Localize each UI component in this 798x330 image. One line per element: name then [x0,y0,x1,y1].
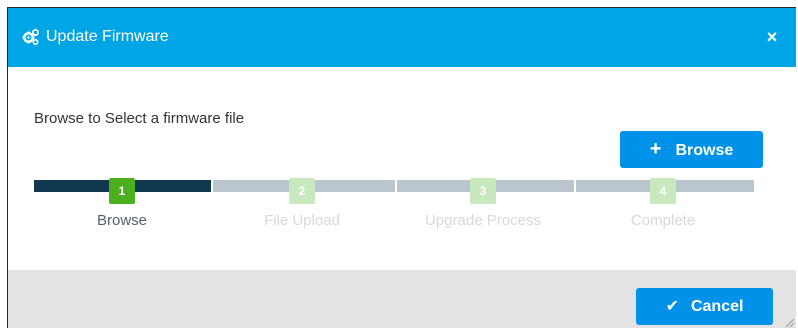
browse-button-label[interactable]: Browse [675,142,733,159]
step-4-number: 4 [650,178,676,204]
close-icon[interactable]: × [767,27,778,47]
step-2-label: File Upload [264,212,340,229]
step-progress-bar [34,180,754,192]
step-1-label: Browse [96,212,148,229]
cancel-button-label[interactable]: Cancel [691,298,743,315]
update-firmware-dialog: Update Firmware × Browse to Select a fir… [7,7,796,328]
gears-icon [22,29,39,46]
plus-icon[interactable]: + [650,138,662,160]
resize-grip-icon[interactable] [784,317,794,327]
check-icon[interactable]: ✔ [666,298,679,315]
step-3-number: 3 [470,178,496,204]
cancel-button[interactable]: ✔ Cancel [636,288,773,325]
dialog-header: Update Firmware × [8,8,796,67]
dialog-footer: ✔ Cancel [8,270,796,328]
step-3-label: Upgrade Process [425,212,541,229]
browse-prompt: Browse to Select a firmware file [34,110,245,127]
close-button[interactable]: × [762,26,782,48]
browse-button[interactable]: + Browse [620,131,763,168]
step-2-number: 2 [289,178,315,204]
step-1-number: 1 [109,178,135,204]
dialog-title: Update Firmware [46,28,169,45]
step-4-label: Complete [630,212,696,229]
